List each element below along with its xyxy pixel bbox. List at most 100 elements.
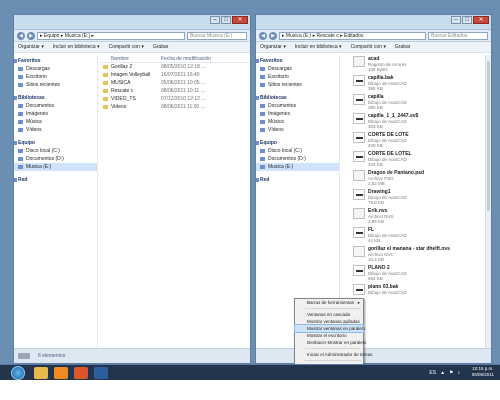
nav-item-musica-e-[interactable]: Musica (E:) <box>14 163 97 171</box>
vertical-scrollbar[interactable] <box>485 55 491 348</box>
nav-item-im-genes[interactable]: Imágenes <box>256 110 339 118</box>
nav-item-documentos[interactable]: Documentos <box>256 102 339 110</box>
forward-button[interactable]: ▶ <box>269 31 277 40</box>
list-item[interactable]: Imagen Volleyball 16/07/2011 16:40 <box>99 71 250 79</box>
address-path[interactable]: ▸ Musica (E:) ▸ Rescate c ▸ Editados <box>279 31 426 40</box>
search-input[interactable]: Buscar Editados <box>428 31 488 40</box>
folder-icon <box>14 178 17 182</box>
nav-item-sitios-recientes[interactable]: Sitios recientes <box>14 81 97 89</box>
file-tile[interactable]: FL Dibujo de AutoCAD 44 KB <box>353 226 491 245</box>
list-item[interactable]: Gorillaz 2 08/05/2010 12:18 ... <box>99 63 250 71</box>
nav-item-musica-e-[interactable]: Musica (E:) <box>256 163 339 171</box>
list-item[interactable]: Rescate c 08/06/2011 10:11 ... <box>99 87 250 95</box>
file-tile[interactable]: capilla.bak Dibujo de AutoCAD 390 KB <box>353 74 491 93</box>
toolbar-button-3[interactable]: Grabar <box>153 44 169 50</box>
nav-item-favoritos[interactable]: Favoritos <box>256 57 339 65</box>
explorer-taskbar-button[interactable] <box>34 367 48 379</box>
nav-item-sitios-recientes[interactable]: Sitios recientes <box>256 81 339 89</box>
close-button[interactable]: ✕ <box>232 16 248 24</box>
file-tile[interactable]: capilla_1_1_2447.sv$ Dibujo de AutoCAD 303… <box>353 112 491 131</box>
file-tile[interactable]: gorillaz el manana - star dhelft.nvs Arch… <box>353 245 491 264</box>
nav-item-equipo[interactable]: Equipo <box>14 139 97 147</box>
nav-item-descargas[interactable]: Descargas <box>256 65 339 73</box>
file-size: 325 KB <box>368 162 383 167</box>
media-player-taskbar-button[interactable] <box>54 367 68 379</box>
tray-icon-2[interactable]: ⚑ <box>449 370 453 376</box>
scrollbar-thumb[interactable] <box>487 61 490 211</box>
menu-item-ventanas-en-cascada[interactable]: Ventanas en cascada <box>295 311 363 318</box>
file-tile[interactable]: Erik.nvs Archivo NVS 2,95 KB <box>353 207 491 226</box>
tray-icon-0[interactable]: ES <box>429 370 436 376</box>
file-tile[interactable]: CORTE DE LOTEL Dibujo de AutoCAD 325 KB <box>353 150 491 169</box>
list-item[interactable]: Videos 08/06/2011 11:00 ... <box>99 103 250 111</box>
tray-icon-3[interactable]: ♪ <box>458 370 461 376</box>
nav-item-label: Favoritos <box>260 58 283 64</box>
nav-item-equipo[interactable]: Equipo <box>256 139 339 147</box>
file-tile[interactable]: Drawing1 Dibujo de AutoCAD 79,8 KB <box>353 188 491 207</box>
maximize-button[interactable]: □ <box>462 16 472 24</box>
toolbar-button-2[interactable]: Compartir con ▾ <box>351 44 386 50</box>
close-button[interactable]: ✕ <box>473 16 489 24</box>
address-path[interactable]: ▸ Equipo ▸ Musica (E:) ▸ <box>37 31 185 40</box>
nav-item-descargas[interactable]: Descargas <box>14 65 97 73</box>
forward-button[interactable]: ▶ <box>27 31 35 40</box>
toolbar-button-3[interactable]: Grabar <box>395 44 411 50</box>
toolbar-button-1[interactable]: Incluir en biblioteca ▾ <box>53 44 100 50</box>
file-tile[interactable]: CORTE DE LOTE Dibujo de AutoCAD 400 KB <box>353 131 491 150</box>
back-button[interactable]: ◀ <box>17 31 25 40</box>
minimize-button[interactable]: – <box>451 16 461 24</box>
nav-item-im-genes[interactable]: Imágenes <box>14 110 97 118</box>
file-size: 664 KB <box>368 276 383 281</box>
title-bar[interactable]: – □ ✕ <box>14 15 250 30</box>
toolbar-button-0[interactable]: Organizar ▾ <box>260 44 286 50</box>
nav-item-red[interactable]: Red <box>256 176 339 184</box>
column-name[interactable]: Nombre <box>99 55 161 62</box>
file-tile[interactable]: PLANO 2 Dibujo de AutoCAD 664 KB <box>353 264 491 283</box>
nav-item-documentos[interactable]: Documentos <box>14 102 97 110</box>
nav-item-v-deos[interactable]: Vídeos <box>14 126 97 134</box>
nav-item-m-sica[interactable]: Música <box>256 118 339 126</box>
drive-icon <box>18 353 30 359</box>
nav-item-favoritos[interactable]: Favoritos <box>14 57 97 65</box>
minimize-button[interactable]: – <box>210 16 220 24</box>
title-bar[interactable]: – □ ✕ <box>256 15 491 30</box>
nav-item-m-sica[interactable]: Música <box>14 118 97 126</box>
menu-item-deshacer-mostrar-en-paralelo[interactable]: Deshacer Mostrar en paralelo <box>295 339 366 346</box>
menu-item-barras-de-herramientas[interactable]: Barras de herramientas ▸ <box>295 299 363 306</box>
clock[interactable]: 10:15 p.m. 06/06/2011 <box>472 366 494 378</box>
menu-item-mostrar-ventanas-en-paralelo[interactable]: Mostrar ventanas en paralelo <box>294 324 365 333</box>
file-tile[interactable]: acad Registro de errores 108 bytes <box>353 55 491 74</box>
file-type: Dibujo de AutoCAD <box>368 290 407 295</box>
search-input[interactable]: Buscar Musica (E:) <box>187 31 247 40</box>
column-date[interactable]: Fecha de modificación <box>161 55 211 62</box>
toolbar-button-0[interactable]: Organizar ▾ <box>18 44 44 50</box>
nav-item-documentos-d-[interactable]: Documentos (D:) <box>14 155 97 163</box>
menu-item-mostrar-ventanas-apiladas[interactable]: Mostrar ventanas apiladas <box>295 318 363 325</box>
menu-item-mostrar-el-escritorio[interactable]: Mostrar el escritorio <box>295 332 363 339</box>
toolbar-button-2[interactable]: Compartir con ▾ <box>109 44 144 50</box>
file-tile[interactable]: capilla Dibujo de AutoCAD 390 KB <box>353 93 491 112</box>
nav-item-escritorio[interactable]: Escritorio <box>256 73 339 81</box>
nav-item-label: Vídeos <box>26 127 42 133</box>
photoshop-taskbar-button[interactable] <box>94 367 108 379</box>
start-button[interactable] <box>11 366 25 380</box>
nav-item-disco-local-c-[interactable]: Disco local (C:) <box>256 147 339 155</box>
nav-item-disco-local-c-[interactable]: Disco local (C:) <box>14 147 97 155</box>
nav-item-bibliotecas[interactable]: Bibliotecas <box>14 94 97 102</box>
nav-item-v-deos[interactable]: Vídeos <box>256 126 339 134</box>
file-tile[interactable]: Dragon de Pantano.psd Archivo PSD 2,52 MB <box>353 169 491 188</box>
list-item[interactable]: MUSICA 05/06/2011 10:05 ... <box>99 79 250 87</box>
maximize-button[interactable]: □ <box>221 16 231 24</box>
back-button[interactable]: ◀ <box>259 31 267 40</box>
nav-item-red[interactable]: Red <box>14 176 97 184</box>
nav-item-escritorio[interactable]: Escritorio <box>14 73 97 81</box>
navigation-pane: Favoritos Descargas Escritorio Sitios recie… <box>14 55 98 348</box>
nav-item-bibliotecas[interactable]: Bibliotecas <box>256 94 339 102</box>
menu-item-iniciar-el-administrador-de-tareas[interactable]: Iniciar el Administrador de tareas <box>295 351 373 358</box>
list-item[interactable]: VIDEO_TS 07/12/2010 12:12 ... <box>99 95 250 103</box>
nav-item-documentos-d-[interactable]: Documentos (D:) <box>256 155 339 163</box>
tray-icon-1[interactable]: ▲ <box>440 370 445 376</box>
toolbar-button-1[interactable]: Incluir en biblioteca ▾ <box>295 44 342 50</box>
file-tile[interactable]: plano 03.bak Dibujo de AutoCAD <box>353 283 491 302</box>
firefox-taskbar-button[interactable] <box>74 367 88 379</box>
